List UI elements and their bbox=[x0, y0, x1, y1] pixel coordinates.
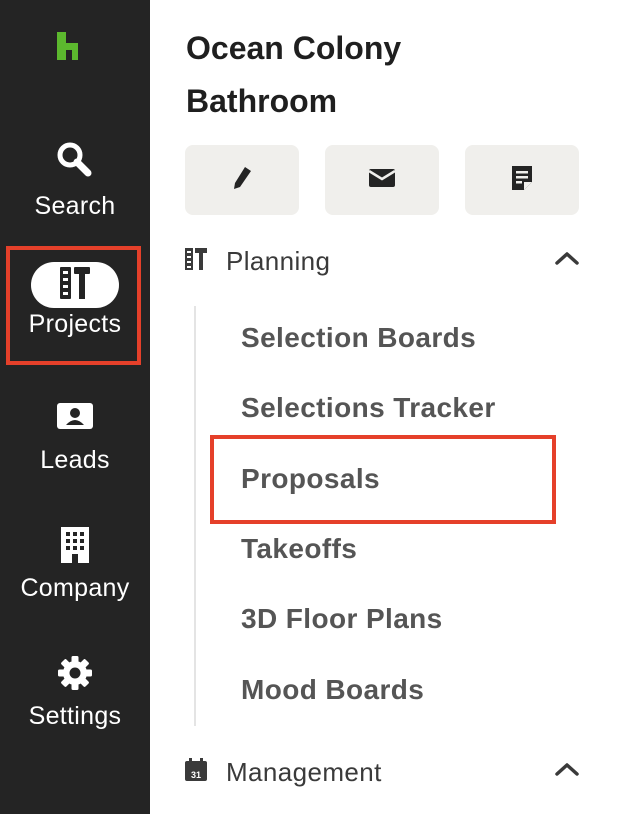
menu-item-proposals[interactable]: Proposals bbox=[241, 463, 380, 495]
calendar-icon: 31 bbox=[184, 757, 208, 787]
chevron-up-icon[interactable] bbox=[554, 760, 580, 783]
nav-item-company[interactable]: Company bbox=[0, 526, 150, 603]
notes-button[interactable] bbox=[465, 145, 579, 215]
message-button[interactable] bbox=[325, 145, 439, 215]
building-icon bbox=[59, 526, 91, 564]
page-title: Ocean Colony Bathroom bbox=[186, 22, 586, 128]
edit-button[interactable] bbox=[185, 145, 299, 215]
id-card-icon bbox=[56, 402, 94, 432]
projects-icon bbox=[58, 265, 92, 306]
nav-item-settings[interactable]: Settings bbox=[0, 654, 150, 731]
project-title-line2: Bathroom bbox=[186, 83, 338, 119]
note-icon bbox=[510, 164, 534, 197]
nav-item-projects[interactable]: Projects bbox=[0, 262, 150, 339]
tree-guide-line bbox=[194, 306, 196, 726]
section-label-management: Management bbox=[226, 756, 382, 787]
menu-item-selection-boards[interactable]: Selection Boards bbox=[241, 322, 476, 354]
nav-label-company: Company bbox=[20, 574, 130, 602]
menu-item-3d-floor-plans[interactable]: 3D Floor Plans bbox=[241, 603, 443, 635]
gear-icon bbox=[56, 654, 94, 692]
envelope-icon bbox=[368, 167, 396, 194]
search-icon bbox=[55, 140, 95, 182]
nav-item-search[interactable]: Search bbox=[0, 140, 150, 221]
menu-item-mood-boards[interactable]: Mood Boards bbox=[241, 674, 424, 706]
nav-active-pill bbox=[31, 262, 119, 308]
section-label-planning: Planning bbox=[226, 245, 331, 276]
menu-item-takeoffs[interactable]: Takeoffs bbox=[241, 533, 357, 565]
section-header-management[interactable]: 31 Management bbox=[184, 752, 584, 792]
calendar-day: 31 bbox=[191, 770, 201, 780]
chevron-up-icon[interactable] bbox=[554, 249, 580, 272]
menu-item-selections-tracker[interactable]: Selections Tracker bbox=[241, 392, 496, 424]
pencil-icon bbox=[231, 165, 253, 196]
nav-label-settings: Settings bbox=[28, 702, 122, 730]
nav-item-leads[interactable]: Leads bbox=[0, 402, 150, 475]
nav-label-search: Search bbox=[34, 192, 116, 220]
nav-label-leads: Leads bbox=[40, 446, 110, 474]
projects-icon bbox=[184, 247, 208, 276]
section-header-planning[interactable]: Planning bbox=[184, 241, 584, 281]
project-title-line1: Ocean Colony bbox=[186, 30, 402, 66]
nav-rail: Search Projects Leads Company Settings bbox=[0, 0, 150, 814]
nav-label-projects: Projects bbox=[28, 310, 122, 338]
houzz-logo-icon[interactable] bbox=[55, 30, 89, 64]
